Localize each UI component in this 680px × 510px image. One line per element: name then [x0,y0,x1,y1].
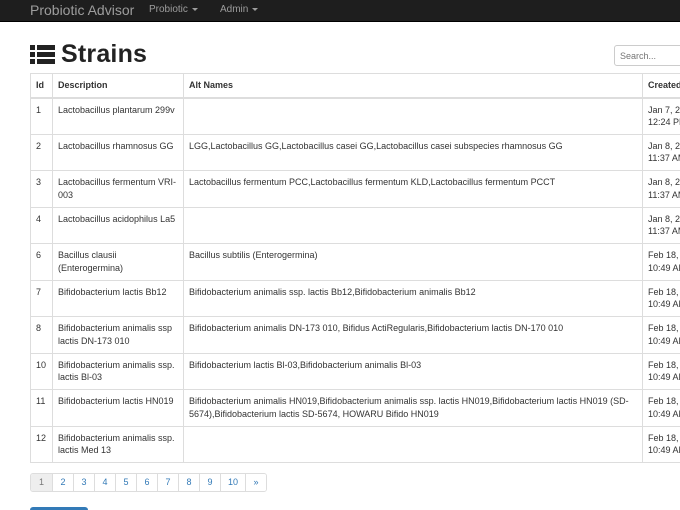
table-row[interactable]: 8 Bifidobacterium animalis ssp lactis DN… [30,316,680,354]
cell-description: Bifidobacterium lactis HN019 [52,389,184,427]
column-header-created[interactable]: Created [642,73,680,99]
nav-menu-label: Admin [220,4,249,15]
cell-id: 1 [30,97,53,135]
column-header-id[interactable]: Id [30,73,53,99]
cell-alt-names: Bifidobacterium animalis DN-173 010, Bif… [183,316,643,354]
table-row[interactable]: 6 Bacillus clausii (Enterogermina) Bacil… [30,243,680,281]
table-row[interactable]: 4 Lactobacillus acidophilus La5 Jan 8, 2… [30,206,680,244]
cell-alt-names: Lactobacillus fermentum PCC,Lactobacillu… [183,170,643,208]
brand-link[interactable]: Probiotic Advisor [30,1,134,19]
cell-created: Feb 18, 2 10:49 AM [642,352,680,390]
cell-created: Jan 8, 20 11:37 AM [642,170,680,208]
table-row[interactable]: 3 Lactobacillus fermentum VRI-003 Lactob… [30,170,680,208]
page-link-5[interactable]: 5 [115,474,136,491]
cell-alt-names [183,206,643,244]
cell-description: Lactobacillus fermentum VRI-003 [52,170,184,208]
table-row[interactable]: 7 Bifidobacterium lactis Bb12 Bifidobact… [30,279,680,317]
nav-menu-probiotic[interactable]: Probiotic [149,4,198,16]
page-link-7[interactable]: 7 [157,474,178,491]
cell-id: 6 [30,243,53,281]
table-row[interactable]: 10 Bifidobacterium animalis ssp. lactis … [30,352,680,390]
cell-created: Feb 18, 2 10:49 AM [642,389,680,427]
table-row[interactable]: 2 Lactobacillus rhamnosus GG LGG,Lactoba… [30,133,680,171]
caret-down-icon [191,7,198,11]
cell-alt-names: Bifidobacterium animalis HN019,Bifidobac… [183,389,643,427]
table-row[interactable]: 12 Bifidobacterium animalis ssp. lactis … [30,425,680,463]
page-link-1[interactable]: 1 [31,474,52,491]
cell-id: 7 [30,279,53,317]
cell-created: Feb 18, 2 10:49 AM [642,279,680,317]
page-title-text: Strains [61,39,148,68]
cell-created: Jan 8, 20 11:37 AM [642,133,680,171]
nav-menu-admin[interactable]: Admin [220,4,259,16]
page-link-4[interactable]: 4 [94,474,115,491]
table-row[interactable]: 11 Bifidobacterium lactis HN019 Bifidoba… [30,389,680,427]
strains-table: Id Description Alt Names Created 1 Lacto… [30,73,680,463]
page-link-10[interactable]: 10 [220,474,245,491]
cell-id: 2 [30,133,53,171]
cell-created: Feb 18, 2 10:49 AM [642,425,680,463]
top-navbar: Probiotic Advisor Probiotic Admin [0,0,680,22]
page-link-2[interactable]: 2 [52,474,73,491]
cell-created: Jan 8, 20 11:37 AM [642,206,680,244]
cell-created: Jan 7, 20 12:24 PM [642,97,680,135]
list-icon [30,44,55,65]
cell-description: Bifidobacterium lactis Bb12 [52,279,184,317]
page-link-8[interactable]: 8 [178,474,199,491]
cell-description: Bacillus clausii (Enterogermina) [52,243,184,281]
cell-id: 11 [30,389,53,427]
page-title: Strains [30,38,147,70]
cell-description: Lactobacillus acidophilus La5 [52,206,184,244]
cell-created: Feb 18, 2 10:49 AM [642,316,680,354]
pagination: 1 2 3 4 5 6 7 8 9 10 » [30,473,267,492]
cell-id: 3 [30,170,53,208]
cell-alt-names: LGG,Lactobacillus GG,Lactobacillus casei… [183,133,643,171]
next-page-link[interactable]: » [245,474,266,491]
cell-description: Bifidobacterium animalis ssp lactis DN-1… [52,316,184,354]
column-header-description[interactable]: Description [52,73,184,99]
cell-created: Feb 18, 2 10:49 AM [642,243,680,281]
cell-alt-names: Bifidobacterium lactis Bl-03,Bifidobacte… [183,352,643,390]
nav-menu-label: Probiotic [149,4,188,15]
cell-id: 10 [30,352,53,390]
cell-alt-names: Bacillus subtilis (Enterogermina) [183,243,643,281]
cell-id: 8 [30,316,53,354]
cell-id: 4 [30,206,53,244]
cell-alt-names [183,97,643,135]
cell-description: Bifidobacterium animalis ssp. lactis Bl-… [52,352,184,390]
page-link-9[interactable]: 9 [199,474,220,491]
page-link-3[interactable]: 3 [73,474,94,491]
cell-description: Bifidobacterium animalis ssp. lactis Med… [52,425,184,463]
cell-description: Lactobacillus plantarum 299v [52,97,184,135]
table-header-row: Id Description Alt Names Created [30,73,680,99]
page-link-6[interactable]: 6 [136,474,157,491]
search-input[interactable] [614,45,680,66]
caret-down-icon [252,7,259,11]
table-row[interactable]: 1 Lactobacillus plantarum 299v Jan 7, 20… [30,97,680,135]
cell-id: 12 [30,425,53,463]
cell-description: Lactobacillus rhamnosus GG [52,133,184,171]
cell-alt-names: Bifidobacterium animalis ssp. lactis Bb1… [183,279,643,317]
cell-alt-names [183,425,643,463]
column-header-alt-names[interactable]: Alt Names [183,73,643,99]
